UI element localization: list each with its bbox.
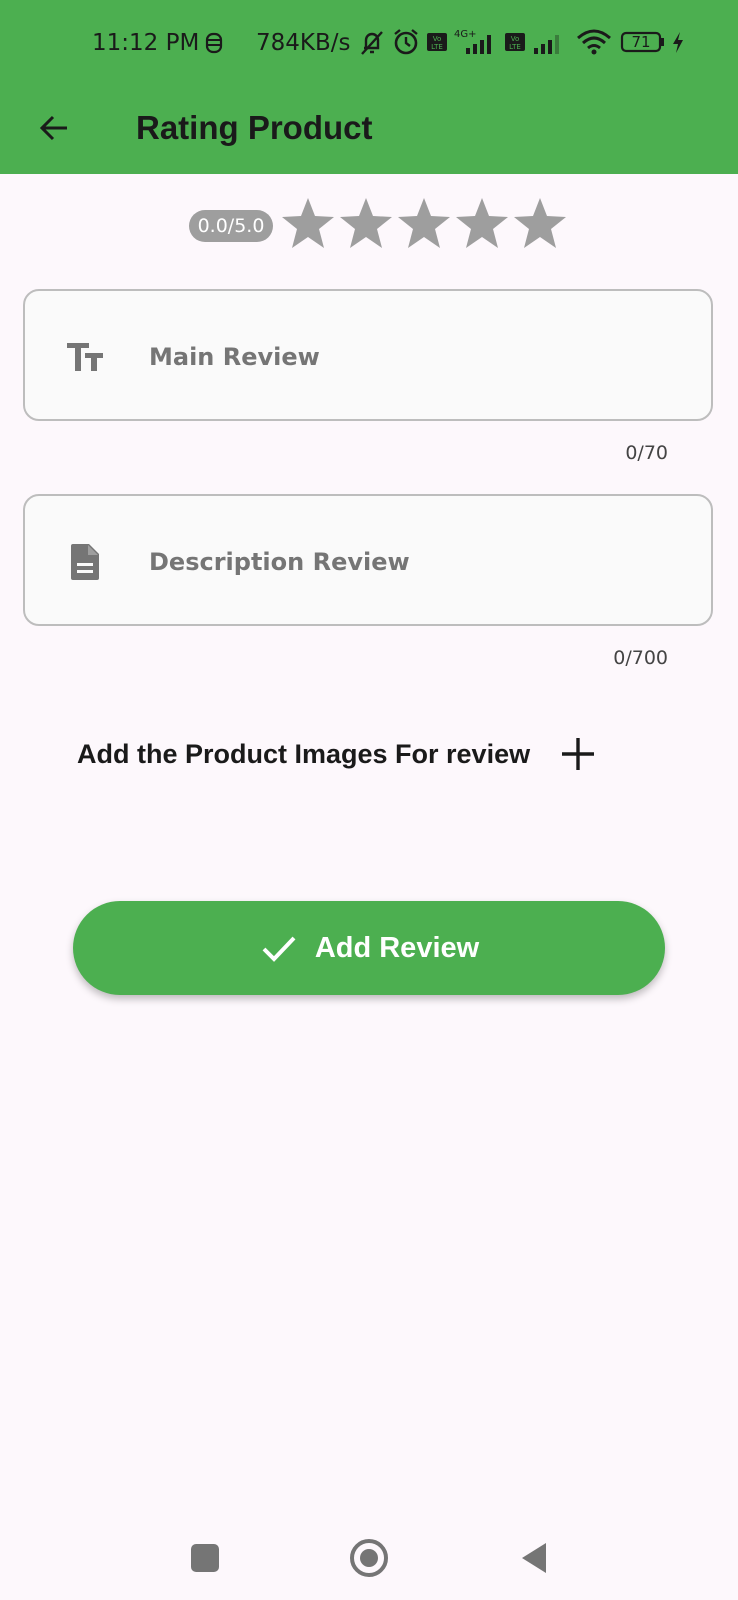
text-fields-icon: [67, 343, 103, 371]
description-review-field[interactable]: [23, 494, 713, 626]
plus-icon: [562, 738, 595, 770]
status-time: 11:12 PM: [92, 30, 200, 56]
alarm-icon: [394, 29, 418, 55]
svg-text:Vo: Vo: [511, 35, 520, 43]
add-review-button[interactable]: Add Review: [73, 901, 665, 995]
svg-text:Vo: Vo: [433, 35, 442, 43]
volte-icon: Vo LTE: [427, 33, 447, 51]
star-icon-1[interactable]: [279, 192, 337, 256]
battery-level: 71: [631, 33, 651, 51]
star-rating[interactable]: [279, 192, 569, 256]
rating-bar: 0.0/5.0: [0, 188, 738, 260]
star-icon-2[interactable]: [337, 192, 395, 256]
recents-button[interactable]: [179, 1532, 231, 1584]
home-button[interactable]: [343, 1532, 395, 1584]
status-bar: 11:12 PM 784KB/s Vo LTE 4G+ Vo LTE 71: [0, 0, 738, 86]
add-images-label: Add the Product Images For review: [77, 738, 531, 769]
svg-text:LTE: LTE: [509, 43, 521, 51]
description-icon: [71, 544, 99, 580]
star-icon-3[interactable]: [395, 192, 453, 256]
signal-icon: [534, 35, 559, 54]
add-review-label: Add Review: [314, 931, 480, 964]
svg-text:LTE: LTE: [431, 43, 443, 51]
description-review-input[interactable]: [147, 532, 671, 592]
back-triangle-icon: [522, 1543, 546, 1573]
system-nav-bar: [0, 1510, 738, 1600]
status-net-speed: 784KB/s: [256, 30, 351, 56]
nav-back-button[interactable]: [508, 1532, 560, 1584]
signal-4g-icon: 4G+: [454, 29, 491, 54]
main-review-field[interactable]: [23, 289, 713, 421]
star-icon-4[interactable]: [453, 192, 511, 256]
recents-square-icon: [191, 1544, 219, 1572]
wifi-icon: [577, 29, 611, 55]
main-review-input[interactable]: [147, 327, 671, 387]
data-saver-icon: [205, 32, 223, 54]
main-review-counter: 0/70: [625, 442, 668, 464]
rating-value-badge: 0.0/5.0: [189, 210, 273, 242]
add-images-row: Add the Product Images For review: [77, 732, 600, 776]
mute-icon: [361, 31, 383, 55]
description-review-counter: 0/700: [613, 647, 668, 669]
app-bar: Rating Product: [0, 86, 738, 174]
svg-text:4G+: 4G+: [454, 29, 477, 40]
back-button[interactable]: [26, 100, 82, 156]
check-icon: [262, 936, 296, 962]
arrow-back-icon: [39, 115, 67, 141]
charging-icon: [673, 32, 683, 53]
star-icon-5[interactable]: [511, 192, 569, 256]
add-images-button[interactable]: [556, 732, 600, 776]
volte-icon: Vo LTE: [505, 33, 525, 51]
home-circle-icon: [350, 1539, 388, 1577]
page-title: Rating Product: [136, 109, 373, 146]
